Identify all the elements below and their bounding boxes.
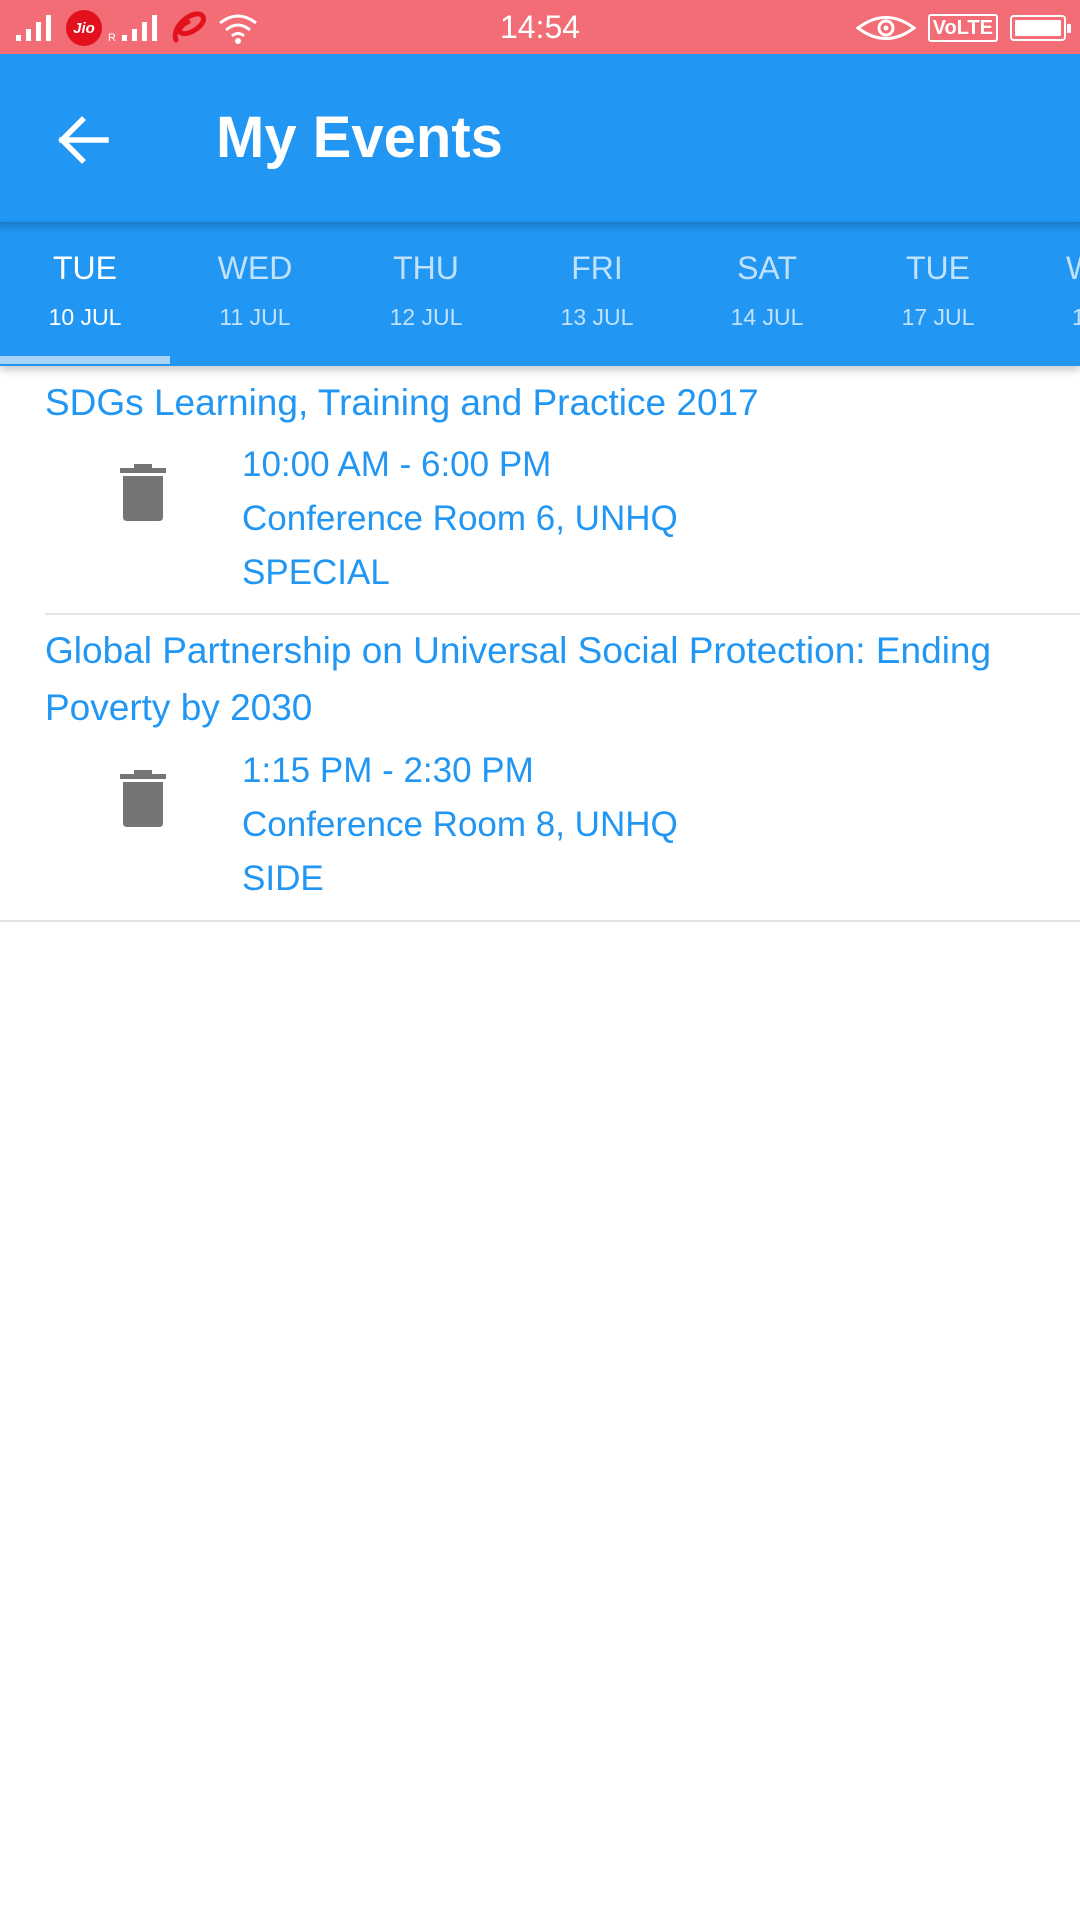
event-location: Conference Room 8, UNHQ (242, 805, 678, 844)
tab-tue-17-jul[interactable]: TUE 17 JUL (853, 222, 1023, 366)
tab-day-label: SAT (737, 250, 797, 286)
event-category: SPECIAL (242, 553, 390, 592)
tab-day-label: FRI (571, 250, 623, 286)
app-bar: My Events (0, 54, 1080, 222)
tab-day-label: THU (393, 250, 459, 286)
date-tab-bar: TUE 10 JUL WED 11 JUL THU 12 JUL FRI 13 … (0, 222, 1080, 366)
battery-level (1015, 20, 1061, 36)
event-card[interactable]: SDGs Learning, Training and Practice 201… (0, 366, 1080, 616)
tab-day-label: W (1066, 250, 1080, 287)
divider (0, 920, 1080, 922)
tab-fri-13-jul[interactable]: FRI 13 JUL (512, 222, 682, 366)
trash-icon[interactable] (120, 464, 166, 522)
tab-partial-next[interactable]: W 1 (1024, 222, 1080, 366)
event-title[interactable]: SDGs Learning, Training and Practice 201… (45, 374, 995, 431)
trash-icon[interactable] (120, 770, 166, 828)
arrow-left-icon (58, 116, 109, 164)
tab-date-label: 17 JUL (901, 304, 975, 330)
status-bar: Jio R 14:54 VoLTE (0, 0, 1080, 54)
tab-date-label: 10 JUL (48, 304, 122, 330)
tab-day-label: TUE (53, 250, 117, 286)
tab-tue-10-jul[interactable]: TUE 10 JUL (0, 222, 170, 366)
divider (45, 613, 1080, 615)
tab-day-label: WED (217, 250, 293, 286)
event-card[interactable]: Global Partnership on Universal Social P… (0, 616, 1080, 924)
tab-thu-12-jul[interactable]: THU 12 JUL (341, 222, 511, 366)
event-category: SIDE (242, 859, 324, 898)
event-details: 1:15 PM - 2:30 PM Conference Room 8, UNH… (242, 744, 678, 906)
selected-tab-indicator (0, 356, 170, 364)
eye-icon (855, 16, 916, 40)
tab-sat-14-jul[interactable]: SAT 14 JUL (682, 222, 852, 366)
event-details: 10:00 AM - 6:00 PM Conference Room 6, UN… (242, 438, 678, 600)
tab-wed-11-jul[interactable]: WED 11 JUL (170, 222, 340, 366)
event-location: Conference Room 6, UNHQ (242, 499, 678, 538)
back-button[interactable] (44, 100, 124, 180)
tab-date-label: 11 JUL (219, 304, 291, 330)
event-time: 10:00 AM - 6:00 PM (242, 445, 552, 484)
tab-date-label: 14 JUL (730, 304, 804, 330)
event-time: 1:15 PM - 2:30 PM (242, 751, 534, 790)
volte-icon: VoLTE (927, 14, 998, 42)
page-title: My Events (216, 105, 503, 170)
tab-date-label: 12 JUL (389, 304, 463, 330)
event-title[interactable]: Global Partnership on Universal Social P… (45, 622, 995, 736)
tab-day-label: TUE (906, 250, 970, 286)
tab-date-label: 13 JUL (560, 304, 634, 330)
tab-date-label: 1 (1072, 304, 1080, 330)
status-right-icons: VoLTE (855, 8, 1071, 48)
battery-icon (1010, 15, 1071, 41)
